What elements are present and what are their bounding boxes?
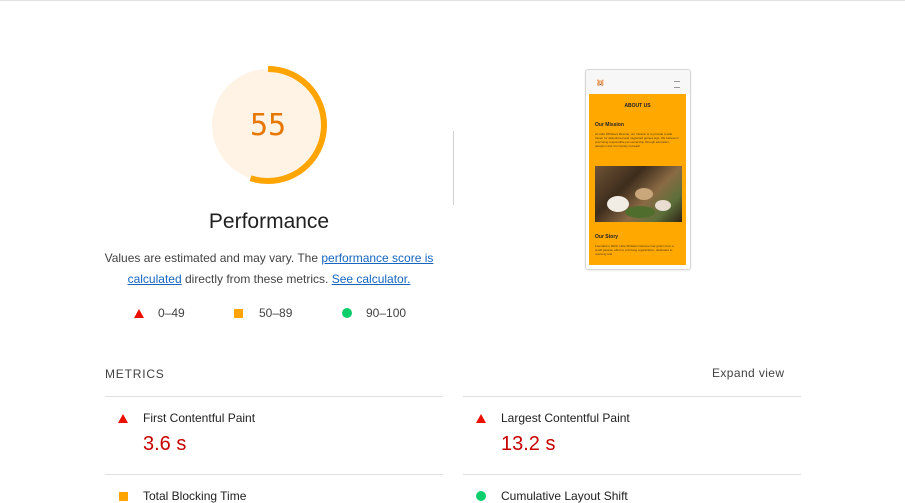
legend-fail: 0–49 [134,306,185,320]
metric-label: Cumulative Layout Shift [501,489,628,503]
see-calculator-link[interactable]: See calculator. [332,272,411,286]
screenshot-site-header: 🐹 [586,70,690,94]
legend-pass-range: 90–100 [366,306,407,320]
pass-circle-icon [342,308,352,318]
metric-label: First Contentful Paint [143,411,256,425]
pass-circle-icon [476,491,486,501]
legend-pass: 90–100 [342,306,406,320]
screenshot-story-text: Founded in 2020, Little Whiskers Rescue … [595,244,674,256]
average-square-icon [234,308,243,318]
hamburger-menu-icon [674,81,680,88]
metrics-heading: METRICS [105,367,165,381]
legend-average-range: 50–89 [259,306,293,320]
site-logo-icon: 🐹 [596,80,605,87]
description-text-middle: directly from these metrics. [181,272,332,286]
fail-triangle-icon [476,414,486,423]
metric-value: 13.2 s [501,433,556,455]
fail-triangle-icon [118,414,128,423]
screenshot-page-content: ABOUT US Our Mission At Little Whiskers … [589,94,686,265]
vertical-divider [453,131,454,205]
category-description: Values are estimated and may vary. The p… [103,248,435,290]
category-title: Performance [208,210,330,233]
metrics-divider [463,474,801,475]
metric-label: Total Blocking Time [143,489,247,503]
expand-view-toggle[interactable]: Expand view [712,366,784,380]
performance-score: 55 [249,107,287,143]
metric-value: 3.6 s [143,433,187,455]
photo-animal-shape [635,188,653,200]
final-screenshot-thumbnail[interactable]: 🐹 ABOUT US Our Mission At Little Whisker… [585,69,691,270]
legend-fail-range: 0–49 [158,306,185,320]
fail-triangle-icon [134,308,144,318]
performance-gauge[interactable]: 55 [207,64,329,186]
photo-greens-shape [625,206,655,218]
screenshot-story-heading: Our Story [595,234,619,240]
metrics-divider [463,396,801,397]
screenshot-about-heading: ABOUT US [624,103,651,109]
metrics-divider [105,474,443,475]
screenshot-mission-text: At Little Whiskers Rescue, our mission i… [595,132,679,148]
description-text-prefix: Values are estimated and may vary. The [104,251,322,265]
screenshot-guinea-pig-photo [595,166,682,222]
top-border [0,0,905,1]
photo-animal-shape [655,200,671,211]
screenshot-mission-heading: Our Mission [595,122,624,128]
metrics-divider [105,396,443,397]
legend-average: 50–89 [234,306,292,320]
metric-label: Largest Contentful Paint [501,411,630,425]
average-square-icon [119,492,128,501]
